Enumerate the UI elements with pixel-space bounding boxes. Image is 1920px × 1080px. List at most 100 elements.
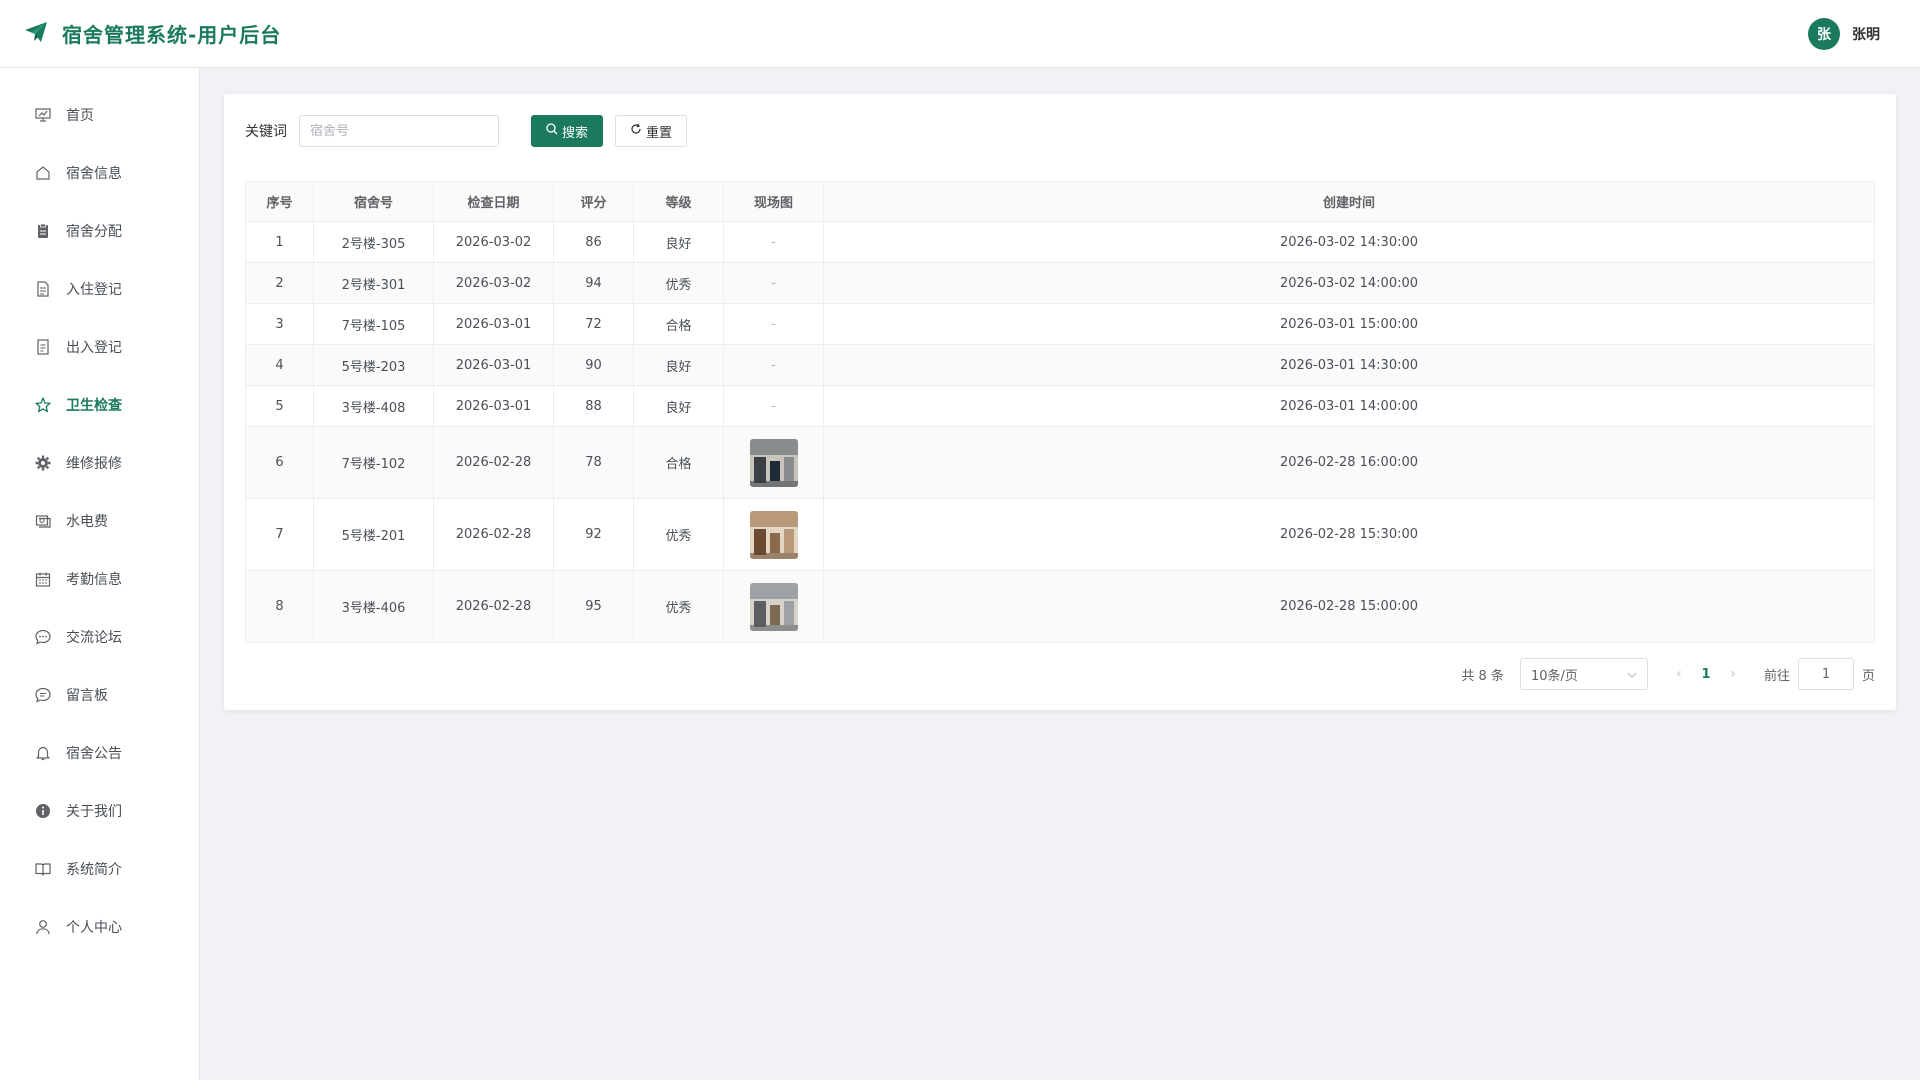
- cell-score: 78: [553, 426, 634, 499]
- cell-level: 优秀: [633, 262, 724, 304]
- sidebar: 首页宿舍信息宿舍分配入住登记出入登记卫生检查维修报修水电费考勤信息交流论坛 留言板…: [0, 68, 200, 1080]
- sidebar-item-8[interactable]: 考勤信息: [0, 550, 199, 608]
- sidebar-item-11[interactable]: 宿舍公告: [0, 724, 199, 782]
- sidebar-item-14[interactable]: 个人中心: [0, 898, 199, 956]
- cell-room: 2号楼-305: [313, 221, 434, 263]
- table-row: 2 2号楼-301 2026-03-02 94 优秀 - 2026-03-02 14:00:…: [245, 262, 1875, 304]
- photo-thumbnail[interactable]: [749, 582, 798, 631]
- reset-button[interactable]: 重置: [615, 115, 688, 147]
- clipboard-icon: [34, 222, 52, 240]
- sidebar-item-9[interactable]: 交流论坛: [0, 608, 199, 666]
- cell-date: 2026-03-02: [433, 262, 554, 304]
- goto-label: 前往: [1763, 668, 1790, 684]
- prev-page-button[interactable]: ‹: [1668, 666, 1690, 682]
- sidebar-item-label: 维修报修: [66, 456, 122, 472]
- cell-score: 90: [553, 344, 634, 386]
- cell-level: 良好: [633, 344, 724, 386]
- photo-cell: [723, 426, 824, 499]
- cell-score: 95: [553, 570, 634, 643]
- tickets-icon: [34, 338, 52, 356]
- sidebar-item-12[interactable]: 关于我们: [0, 782, 199, 840]
- user-menu[interactable]: 张 张明: [1808, 17, 1880, 50]
- sidebar-item-label: 宿舍信息: [66, 166, 122, 182]
- search-button[interactable]: 搜索: [531, 115, 604, 147]
- sidebar-item-10[interactable]: 留言板: [0, 666, 199, 724]
- photo-cell: -: [723, 344, 824, 386]
- sidebar-item-label: 出入登记: [66, 340, 122, 356]
- cell-created: 2026-02-28 15:00:00: [823, 570, 1875, 643]
- username[interactable]: 张明: [1852, 24, 1880, 44]
- document-icon: [34, 280, 52, 298]
- sidebar-item-7[interactable]: 水电费: [0, 492, 199, 550]
- sidebar-item-label: 卫生检查: [66, 398, 122, 414]
- user-icon: [34, 918, 52, 936]
- cell-room: 7号楼-102: [313, 426, 434, 499]
- table-row: 6 7号楼-102 2026-02-28 78 合格 2026-02-28 16:00:0…: [245, 426, 1875, 499]
- total-count: 共 8 条: [1461, 668, 1504, 684]
- photo-cell: -: [723, 262, 824, 304]
- column-header: 现场图: [723, 181, 824, 222]
- refresh-icon: [630, 123, 642, 139]
- sidebar-item-label: 考勤信息: [66, 572, 122, 588]
- search-bar: 关键词 搜索 重置: [245, 115, 1875, 147]
- cell-date: 2026-02-28: [433, 426, 554, 499]
- avatar[interactable]: 张: [1808, 17, 1840, 50]
- cell-no: 8: [245, 570, 314, 643]
- chart-board-icon: [34, 106, 52, 124]
- cell-date: 2026-02-28: [433, 570, 554, 643]
- photo-cell: -: [723, 385, 824, 427]
- sidebar-item-label: 入住登记: [66, 282, 122, 298]
- next-page-button[interactable]: ›: [1722, 666, 1744, 682]
- cell-date: 2026-03-01: [433, 385, 554, 427]
- cell-room: 5号楼-203: [313, 344, 434, 386]
- cell-created: 2026-03-01 14:30:00: [823, 344, 1875, 386]
- cell-created: 2026-03-01 14:00:00: [823, 385, 1875, 427]
- cell-room: 5号楼-201: [313, 498, 434, 571]
- column-header: 等级: [633, 181, 724, 222]
- table-header-row: 序号 宿舍号 检查日期 评分 等级 现场图 创建时间: [245, 181, 1875, 222]
- pagination: 共 8 条 10条/页 ‹ 1 › 前往 页: [1461, 658, 1875, 690]
- photo-cell: [723, 498, 824, 571]
- gear-icon: [34, 454, 52, 472]
- cell-score: 86: [553, 221, 634, 263]
- goto-page-input[interactable]: [1797, 658, 1854, 690]
- sidebar-item-3[interactable]: 入住登记: [0, 260, 199, 318]
- cell-date: 2026-02-28: [433, 498, 554, 571]
- sidebar-item-2[interactable]: 宿舍分配: [0, 202, 199, 260]
- sidebar-item-label: 水电费: [66, 514, 108, 530]
- app-title: 宿舍管理系统-用户后台: [62, 23, 282, 47]
- sidebar-item-13[interactable]: 系统简介: [0, 840, 199, 898]
- page-size-select[interactable]: 10条/页: [1519, 658, 1648, 690]
- search-input[interactable]: [299, 115, 499, 147]
- sidebar-item-6[interactable]: 维修报修: [0, 434, 199, 492]
- cell-level: 优秀: [633, 570, 724, 643]
- cell-no: 7: [245, 498, 314, 571]
- cell-no: 1: [245, 221, 314, 263]
- cell-room: 2号楼-301: [313, 262, 434, 304]
- empty-photo-placeholder: -: [771, 398, 776, 414]
- cell-no: 5: [245, 385, 314, 427]
- star-icon: [34, 396, 52, 414]
- table-row: 5 3号楼-408 2026-03-01 88 良好 - 2026-03-01 14:00:…: [245, 385, 1875, 427]
- column-header: 检查日期: [433, 181, 554, 222]
- sidebar-item-5[interactable]: 卫生检查: [0, 376, 199, 434]
- sidebar-item-label: 关于我们: [66, 804, 122, 820]
- search-label: 关键词: [245, 124, 287, 140]
- sidebar-item-label: 个人中心: [66, 920, 122, 936]
- sidebar-item-label: 系统简介: [66, 862, 122, 878]
- photo-thumbnail[interactable]: [749, 510, 798, 559]
- page-number-current[interactable]: 1: [1690, 667, 1722, 682]
- book-icon: [34, 860, 52, 878]
- cell-created: 2026-02-28 15:30:00: [823, 498, 1875, 571]
- page-suffix: 页: [1861, 668, 1875, 684]
- photo-thumbnail[interactable]: [749, 438, 798, 487]
- paper-plane-icon: [24, 21, 48, 47]
- photo-cell: [723, 570, 824, 643]
- sidebar-item-label: 宿舍分配: [66, 224, 122, 240]
- cell-date: 2026-03-01: [433, 303, 554, 345]
- sidebar-item-1[interactable]: 宿舍信息: [0, 144, 199, 202]
- cell-created: 2026-03-02 14:00:00: [823, 262, 1875, 304]
- sidebar-item-4[interactable]: 出入登记: [0, 318, 199, 376]
- table-row: 7 5号楼-201 2026-02-28 92 优秀 2026-02-28 15:30:0…: [245, 498, 1875, 571]
- sidebar-item-0[interactable]: 首页: [0, 86, 199, 144]
